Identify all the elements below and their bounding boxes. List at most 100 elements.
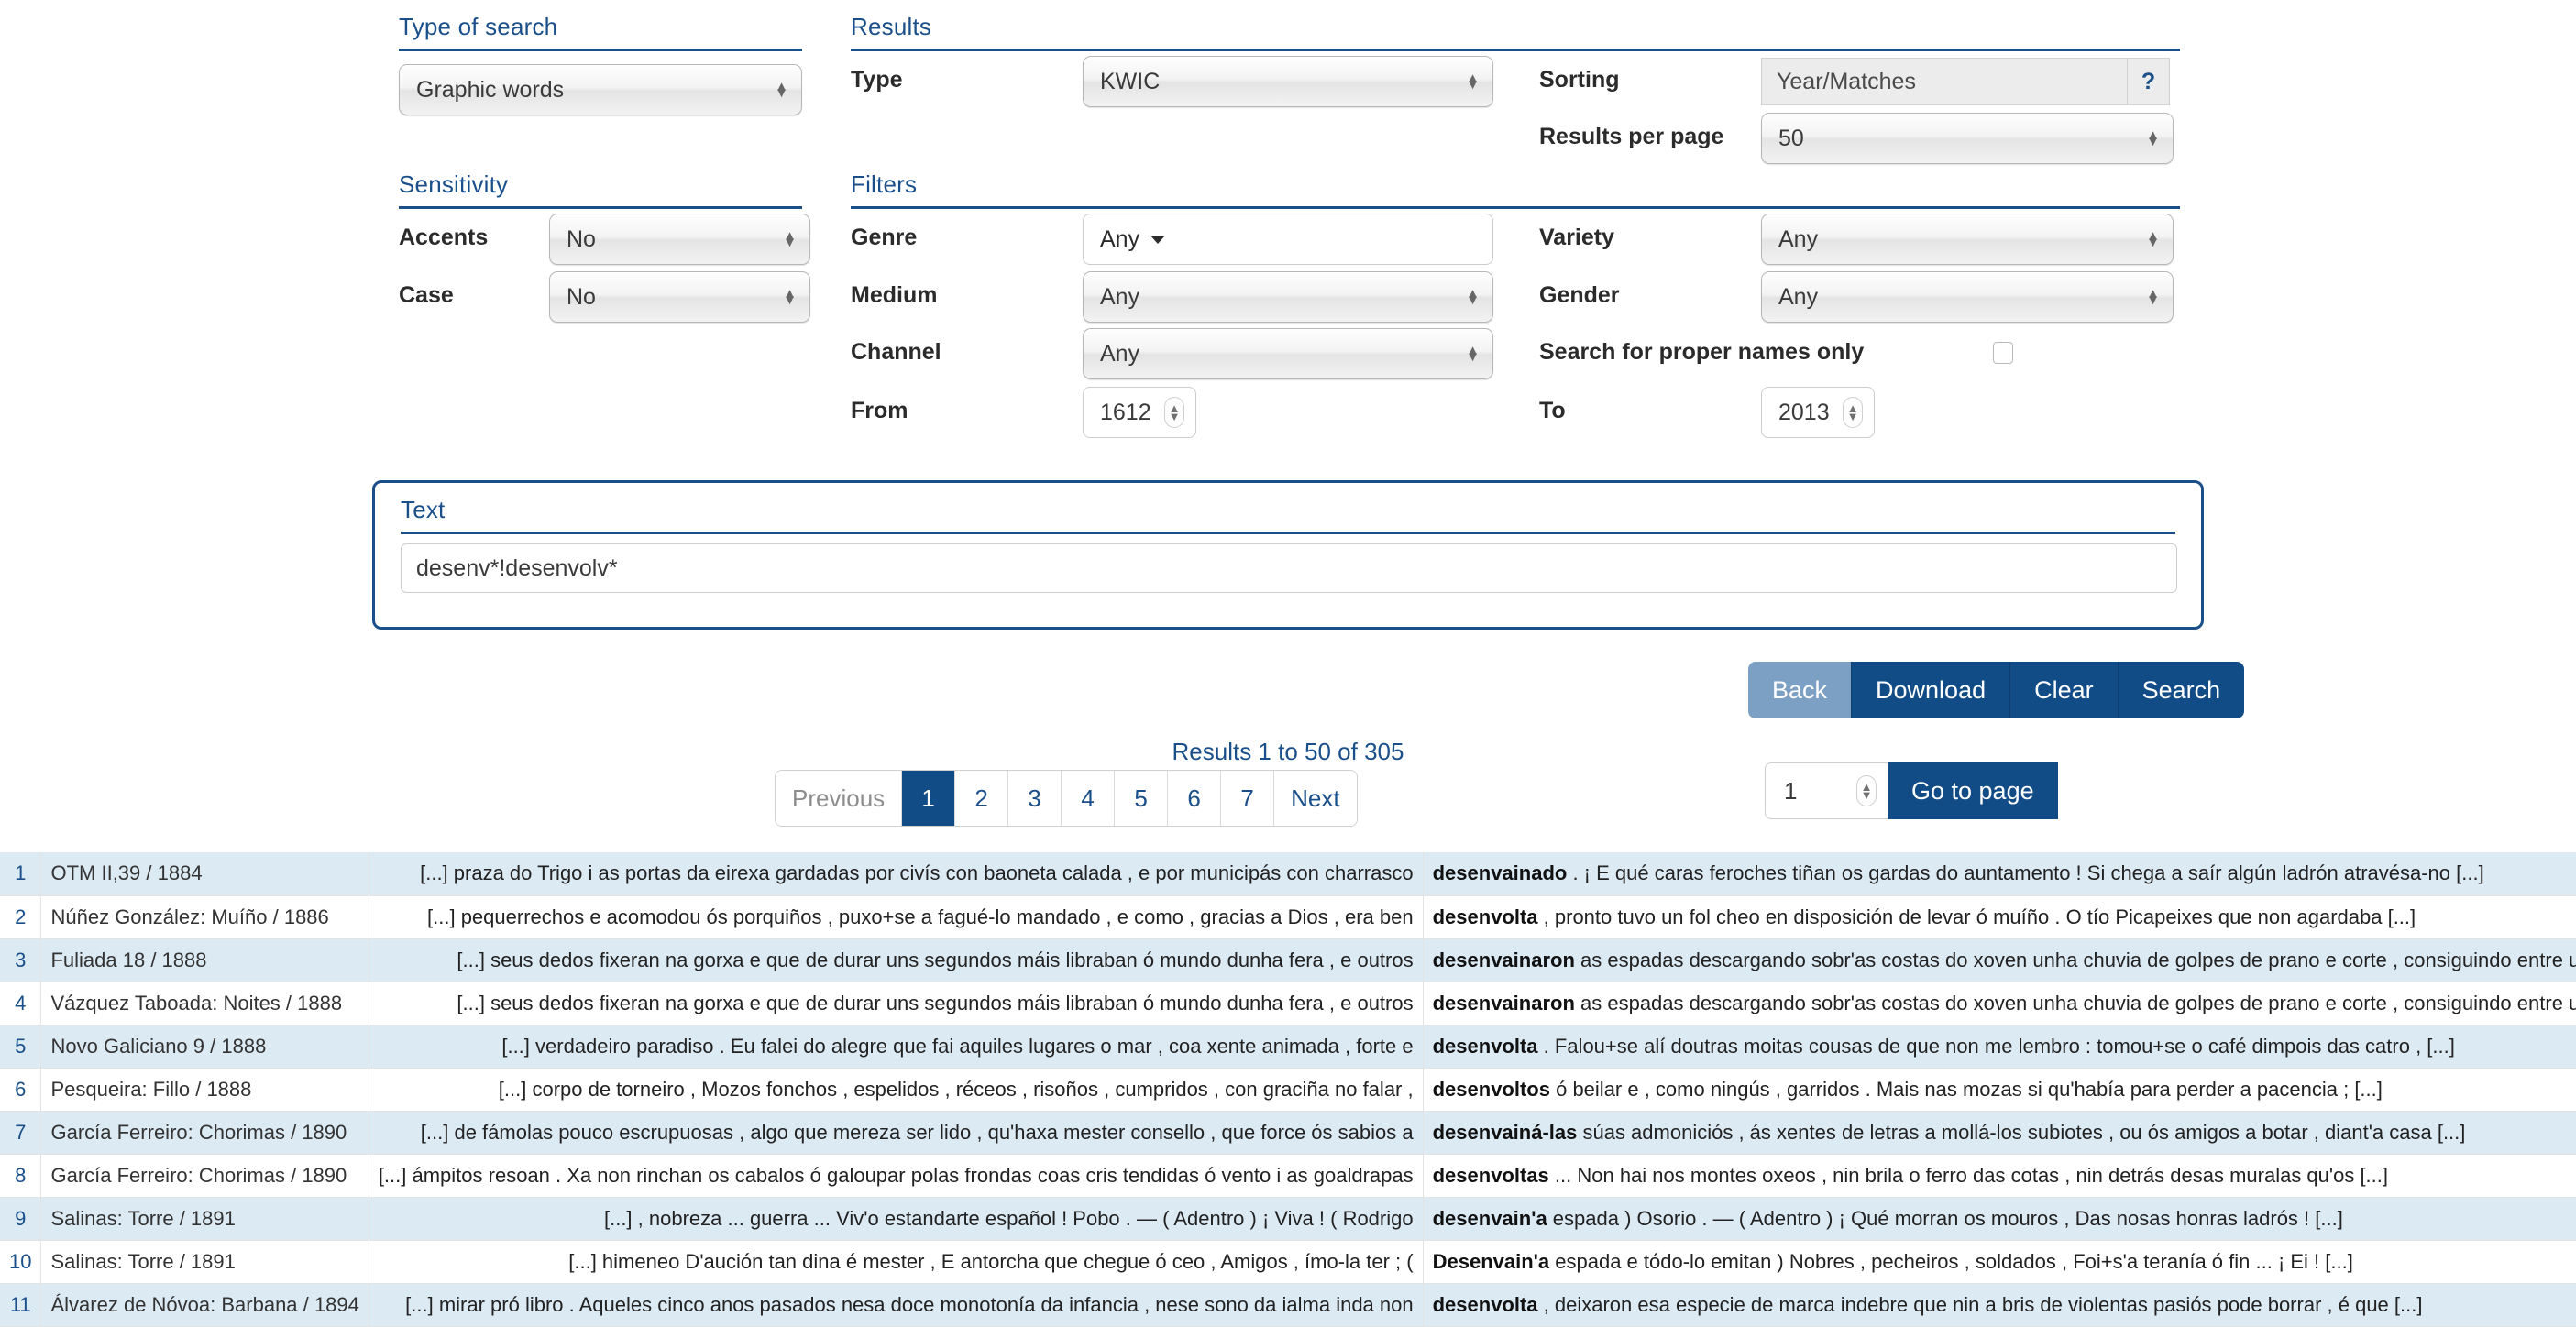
- row-number: 8: [0, 1154, 42, 1198]
- pagination-page-7[interactable]: 7: [1221, 771, 1275, 826]
- download-button[interactable]: Download: [1852, 662, 2011, 718]
- type-of-search-value: Graphic words: [416, 76, 565, 103]
- sorting-group: Year/Matches ?: [1761, 58, 2170, 105]
- go-to-page-input[interactable]: 1 ▲ ▼: [1765, 762, 1888, 819]
- row-reference[interactable]: Salinas: Torre / 1891: [40, 1240, 369, 1284]
- pagination-page-2[interactable]: 2: [955, 771, 1009, 826]
- row-right-context: desenvolta . Falou+se alí doutras moitas…: [1423, 1025, 2576, 1069]
- result-type-select[interactable]: KWIC ▲ ▼: [1083, 56, 1493, 107]
- search-button[interactable]: Search: [2118, 662, 2245, 718]
- proper-names-checkbox[interactable]: [1993, 342, 2013, 364]
- row-reference[interactable]: Núñez González: Muíño / 1886: [40, 895, 369, 939]
- row-keyword: Desenvain'a: [1432, 1249, 1550, 1273]
- medium-label: Medium: [851, 282, 938, 308]
- row-number: 11: [0, 1283, 42, 1327]
- pagination-page-1[interactable]: 1: [902, 771, 956, 826]
- row-reference[interactable]: Fuliada 18 / 1888: [40, 938, 369, 982]
- back-button[interactable]: Back: [1748, 662, 1853, 718]
- row-left-context: [...] seus dedos fixeran na gorxa e que …: [369, 982, 1424, 1025]
- table-row[interactable]: 9 Salinas: Torre / 1891 [...] , nobreza ..…: [0, 1197, 2576, 1241]
- row-left-context: [...] ámpitos resoan . Xa non rinchan os…: [369, 1154, 1424, 1198]
- case-select[interactable]: No ▲ ▼: [549, 271, 810, 323]
- row-number: 5: [0, 1025, 42, 1069]
- accents-select[interactable]: No ▲ ▼: [549, 214, 810, 265]
- variety-label: Variety: [1539, 225, 1615, 250]
- pagination-previous[interactable]: Previous: [776, 771, 903, 826]
- channel-select[interactable]: Any ▲ ▼: [1083, 328, 1493, 379]
- from-year-value: 1612: [1100, 399, 1151, 425]
- to-label: To: [1539, 398, 1566, 423]
- table-row[interactable]: 5 Novo Galiciano 9 / 1888 [...] verdadeiro…: [0, 1025, 2576, 1069]
- row-number: 2: [0, 895, 42, 939]
- table-row[interactable]: 6 Pesqueira: Fillo / 1888 [...] corpo de t…: [0, 1068, 2576, 1112]
- results-count: Results 1 to 50 of 305: [1172, 738, 1404, 765]
- text-query-panel: Text desenv*!desenvolv*: [372, 480, 2204, 630]
- stepper-icon[interactable]: ▲ ▼: [1843, 397, 1863, 428]
- stepper-icon[interactable]: ▲ ▼: [1856, 775, 1877, 806]
- row-left-context: [...] himeneo D'aución tan dina é mester…: [369, 1240, 1424, 1284]
- stepper-icon[interactable]: ▲ ▼: [1164, 397, 1184, 428]
- table-row[interactable]: 4 Vázquez Taboada: Noites / 1888 [...] seu…: [0, 982, 2576, 1025]
- pagination-next[interactable]: Next: [1274, 771, 1357, 826]
- row-left-context: [...] verdadeiro paradiso . Eu falei do …: [369, 1025, 1424, 1069]
- type-of-search-select[interactable]: Graphic words ▲ ▼: [399, 64, 802, 115]
- proper-names-label: Search for proper names only: [1539, 339, 1865, 365]
- results-per-page-select[interactable]: 50 ▲ ▼: [1761, 113, 2174, 164]
- row-reference[interactable]: Álvarez de Nóvoa: Barbana / 1894: [40, 1283, 369, 1327]
- table-row[interactable]: 7 García Ferreiro: Chorimas / 1890 [...] d…: [0, 1111, 2576, 1155]
- row-keyword: desenvolta: [1432, 1034, 1538, 1058]
- table-row[interactable]: 10 Salinas: Torre / 1891 [...] himeneo D'a…: [0, 1240, 2576, 1284]
- sorting-input[interactable]: Year/Matches: [1761, 58, 2128, 105]
- row-keyword: desenvoltas: [1432, 1163, 1549, 1187]
- chevron-down-icon: [1150, 235, 1166, 244]
- pagination-page-6[interactable]: 6: [1168, 771, 1222, 826]
- to-year-value: 2013: [1778, 399, 1830, 425]
- table-row[interactable]: 1 OTM II,39 / 1884 [...] praza do Trigo i …: [0, 852, 2576, 896]
- pagination-page-4[interactable]: 4: [1062, 771, 1116, 826]
- row-number: 9: [0, 1197, 42, 1241]
- result-type-value: KWIC: [1100, 68, 1161, 94]
- go-to-page-group: 1 ▲ ▼ Go to page: [1765, 762, 2058, 819]
- row-reference[interactable]: Pesqueira: Fillo / 1888: [40, 1068, 369, 1112]
- row-right-context: desenvain'a espada ) Osorio . — ( Adentr…: [1423, 1197, 2576, 1241]
- go-to-page-button[interactable]: Go to page: [1888, 762, 2058, 819]
- row-reference[interactable]: Vázquez Taboada: Noites / 1888: [40, 982, 369, 1025]
- table-row[interactable]: 8 García Ferreiro: Chorimas / 1890 [...] á…: [0, 1154, 2576, 1198]
- clear-button[interactable]: Clear: [2010, 662, 2119, 718]
- from-year-input[interactable]: 1612 ▲ ▼: [1083, 387, 1196, 438]
- row-left-context: [...] seus dedos fixeran na gorxa e que …: [369, 938, 1424, 982]
- row-reference[interactable]: García Ferreiro: Chorimas / 1890: [40, 1154, 369, 1198]
- results-section: Results: [851, 13, 2180, 51]
- pagination-page-5[interactable]: 5: [1115, 771, 1169, 826]
- to-year-input[interactable]: 2013 ▲ ▼: [1761, 387, 1875, 438]
- row-number: 7: [0, 1111, 42, 1155]
- select-arrows-icon: ▲ ▼: [2146, 127, 2160, 149]
- variety-value: Any: [1778, 225, 1819, 252]
- results-legend: Results: [851, 13, 2180, 51]
- table-row[interactable]: 2 Núñez González: Muíño / 1886 [...] peque…: [0, 895, 2576, 939]
- row-reference[interactable]: Salinas: Torre / 1891: [40, 1197, 369, 1241]
- genre-dropdown-button[interactable]: Any: [1083, 214, 1493, 265]
- row-reference[interactable]: García Ferreiro: Chorimas / 1890: [40, 1111, 369, 1155]
- text-query-input[interactable]: desenv*!desenvolv*: [401, 543, 2177, 593]
- row-right-context: desenvolta , deixaron esa especie de mar…: [1423, 1283, 2576, 1327]
- row-right-context: desenvainaron as espadas descargando sob…: [1423, 982, 2576, 1025]
- variety-select[interactable]: Any ▲ ▼: [1761, 214, 2174, 265]
- search-results-page: Type of search Graphic words ▲ ▼ Sensitiv…: [0, 0, 2576, 1338]
- row-reference[interactable]: Novo Galiciano 9 / 1888: [40, 1025, 369, 1069]
- row-left-context: [...] pequerrechos e acomodou ós porquiñ…: [369, 895, 1424, 939]
- row-keyword: desenvainá-las: [1432, 1120, 1578, 1144]
- sorting-help-button[interactable]: ?: [2128, 58, 2170, 105]
- table-row[interactable]: 3 Fuliada 18 / 1888 [...] seus dedos fixer…: [0, 938, 2576, 982]
- row-keyword: desenvainaron: [1432, 948, 1575, 971]
- select-arrows-icon: ▲ ▼: [783, 228, 797, 250]
- row-right-context: desenvoltos ó beilar e , como ningús , g…: [1423, 1068, 2576, 1112]
- pagination-page-3[interactable]: 3: [1008, 771, 1062, 826]
- row-number: 10: [0, 1240, 42, 1284]
- sensitivity-legend: Sensitivity: [399, 170, 802, 209]
- table-row[interactable]: 11 Álvarez de Nóvoa: Barbana / 1894 [...] …: [0, 1283, 2576, 1327]
- gender-select[interactable]: Any ▲ ▼: [1761, 271, 2174, 323]
- row-reference[interactable]: OTM II,39 / 1884: [40, 852, 369, 896]
- medium-select[interactable]: Any ▲ ▼: [1083, 271, 1493, 323]
- channel-value: Any: [1100, 340, 1140, 367]
